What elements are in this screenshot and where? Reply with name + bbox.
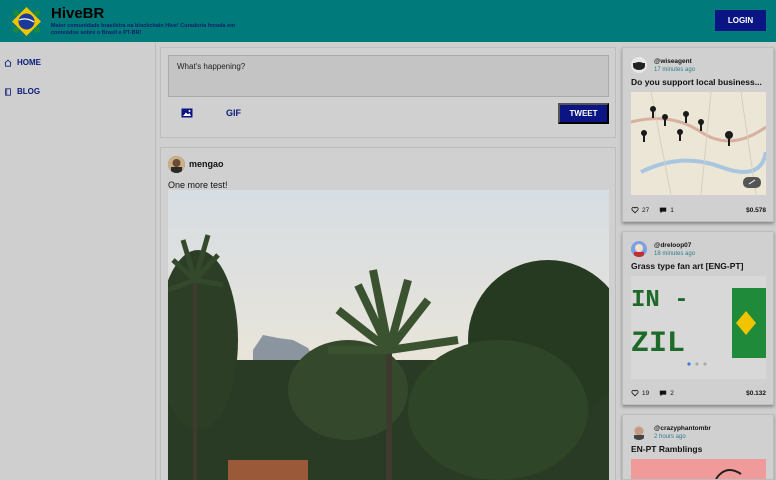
login-button[interactable]: LOGIN xyxy=(715,10,766,31)
sidebar-item-home[interactable]: HOME xyxy=(4,58,41,67)
post-card[interactable]: @dreloop07 18 minutes ago Grass type fan… xyxy=(622,231,774,405)
like-count: 19 xyxy=(642,389,650,397)
card-time: 18 minutes ago xyxy=(654,251,696,257)
svg-text:ZIL: ZIL xyxy=(631,327,685,361)
avatar[interactable] xyxy=(631,424,647,440)
sidebar-item-blog[interactable]: BLOG xyxy=(4,87,40,96)
heart-icon[interactable] xyxy=(631,389,639,397)
like-count: 27 xyxy=(642,206,650,214)
sidebar-item-label: HOME xyxy=(17,58,41,67)
sidebar-item-label: BLOG xyxy=(17,87,41,96)
brand-title[interactable]: HiveBR xyxy=(51,5,104,22)
card-title[interactable]: Grass type fan art [ENG-PT] xyxy=(631,261,771,271)
payout-value: $0.132 xyxy=(746,389,766,397)
sidebar: HOME BLOG xyxy=(0,42,156,480)
tweet-button[interactable]: TWEET xyxy=(558,103,609,124)
comment-count: 2 xyxy=(670,389,674,397)
home-icon xyxy=(4,59,12,67)
post-photo[interactable] xyxy=(168,190,609,480)
payout-value: $0.578 xyxy=(746,206,766,214)
card-thumbnail[interactable] xyxy=(631,459,766,479)
comment-icon[interactable] xyxy=(659,206,667,214)
post-card[interactable]: @wiseagent 17 minutes ago Do you support… xyxy=(622,47,774,222)
svg-text:IN -: IN - xyxy=(631,287,689,314)
top-header: HiveBR Maior comunidade brasileira na bl… xyxy=(0,0,776,42)
card-title[interactable]: Do you support local business... xyxy=(631,77,771,87)
hivebr-logo[interactable] xyxy=(10,5,43,38)
book-icon xyxy=(5,87,11,96)
compose-input[interactable]: What's happening? xyxy=(168,55,609,97)
gif-button[interactable]: GIF xyxy=(226,108,241,118)
card-thumbnail[interactable]: IN - ZIL xyxy=(631,276,766,379)
feed-post: mengao One more test! xyxy=(160,147,616,480)
card-author[interactable]: @wiseagent xyxy=(654,58,692,65)
card-time: 17 minutes ago xyxy=(654,67,696,73)
card-author[interactable]: @crazyphantombr xyxy=(654,425,711,432)
post-card[interactable]: @crazyphantombr 2 hours ago EN-PT Rambli… xyxy=(622,414,774,480)
tweet-composer: What's happening? GIF TWEET xyxy=(160,47,616,138)
card-footer: 19 2 $0.132 xyxy=(631,388,766,398)
avatar[interactable] xyxy=(631,57,647,73)
avatar[interactable] xyxy=(631,241,647,257)
avatar[interactable] xyxy=(168,156,185,173)
card-author[interactable]: @dreloop07 xyxy=(654,242,691,249)
card-thumbnail[interactable] xyxy=(631,92,766,195)
post-author[interactable]: mengao xyxy=(189,159,224,169)
brand-subtitle: Maior comunidade brasileira na blockchai… xyxy=(51,23,235,36)
card-time: 2 hours ago xyxy=(654,434,686,440)
card-title[interactable]: EN-PT Ramblings xyxy=(631,444,771,454)
image-icon[interactable] xyxy=(181,108,193,118)
comment-count: 1 xyxy=(670,206,674,214)
trending-column: @wiseagent 17 minutes ago Do you support… xyxy=(621,42,776,480)
comment-icon[interactable] xyxy=(659,389,667,397)
card-footer: 27 1 $0.578 xyxy=(631,205,766,215)
heart-icon[interactable] xyxy=(631,206,639,214)
post-text: One more test! xyxy=(168,180,228,190)
